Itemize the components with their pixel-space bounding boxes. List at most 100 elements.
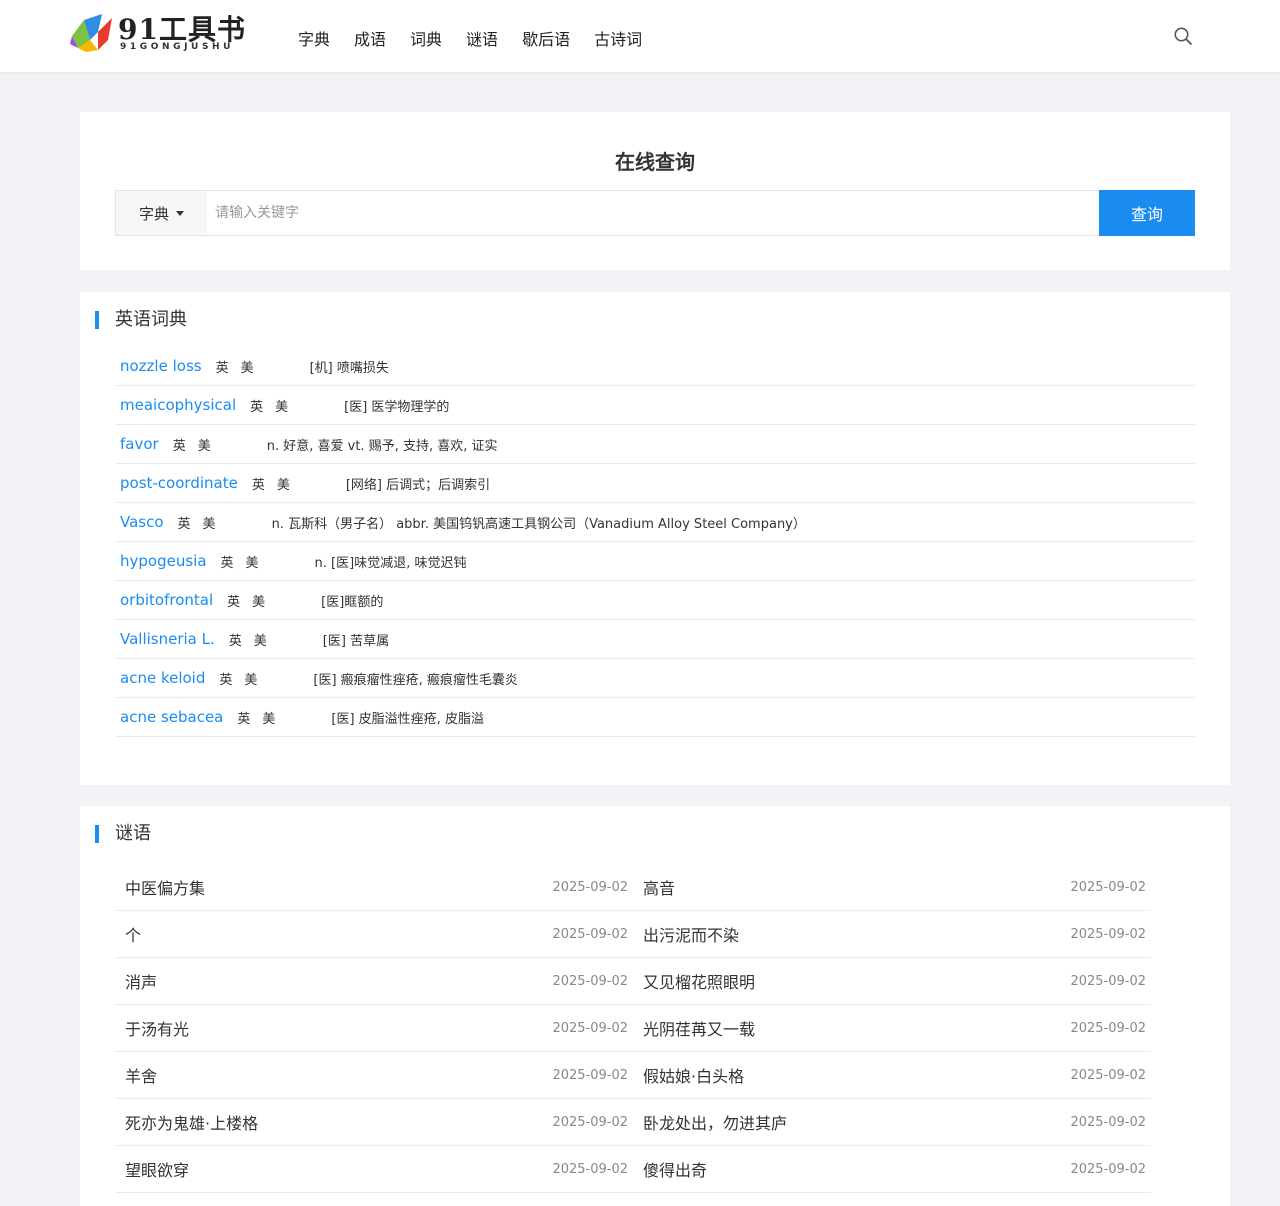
us-pronunciation[interactable]: 美 [246, 552, 259, 571]
nav-item-zidian[interactable]: 字典 [298, 26, 330, 50]
list-item: 死亦为鬼雄·上楼格 2025-09-02 [115, 1099, 633, 1146]
riddles-card: 谜语 中医偏方集 2025-09-02 高音 2025-09-02 个 2025… [80, 806, 1230, 1206]
list-item: 个 2025-09-02 [115, 911, 633, 958]
us-pronunciation[interactable]: 美 [198, 435, 211, 454]
riddle-link[interactable]: 又见榴花照眼明 [643, 969, 755, 993]
dict-meaning: [医] 瘢痕瘤性痤疮, 瘢痕瘤性毛囊炎 [313, 672, 518, 688]
dict-word-link[interactable]: Vasco [120, 513, 164, 531]
riddle-link[interactable]: 出污泥而不染 [643, 922, 739, 946]
list-item: meaicophysical 英 美 [医] 医学物理学的 [115, 386, 1195, 425]
dict-meaning: [医] 皮脂溢性痤疮, 皮脂溢 [331, 711, 484, 727]
dict-word-link[interactable]: Vallisneria L. [120, 630, 215, 648]
caret-down-icon [176, 210, 184, 216]
riddle-link[interactable]: 个 [125, 922, 141, 946]
dict-meaning: [医] 医学物理学的 [344, 399, 450, 415]
riddle-date: 2025-09-02 [552, 1114, 628, 1130]
uk-pronunciation[interactable]: 英 [252, 474, 265, 493]
dict-meaning: n. 瓦斯科（男子名） abbr. 美国钨钒高速工具钢公司（Vanadium A… [271, 516, 806, 532]
riddle-date: 2025-09-02 [1070, 1020, 1146, 1036]
dict-word-link[interactable]: post-coordinate [120, 474, 238, 492]
riddle-link[interactable]: 假姑娘·白头格 [643, 1063, 744, 1087]
nav-item-miyu[interactable]: 谜语 [466, 26, 498, 50]
list-item: 假姑娘·白头格 2025-09-02 [633, 1052, 1151, 1099]
riddle-link[interactable]: 死亦为鬼雄·上楼格 [125, 1110, 258, 1134]
dict-word-link[interactable]: hypogeusia [120, 552, 207, 570]
list-item: 又见榴花照眼明 2025-09-02 [633, 958, 1151, 1005]
dict-word-link[interactable]: favor [120, 435, 159, 453]
list-item: 傻得出奇 2025-09-02 [633, 1146, 1151, 1193]
dict-word-link[interactable]: orbitofrontal [120, 591, 213, 609]
riddle-link[interactable]: 望眼欲穿 [125, 1157, 189, 1181]
search-icon[interactable] [1173, 26, 1193, 46]
uk-pronunciation[interactable]: 英 [237, 708, 250, 727]
us-pronunciation[interactable]: 美 [252, 591, 265, 610]
logo-subtitle: 91GONGJUSHU [120, 42, 235, 52]
nav-item-cidian[interactable]: 词典 [410, 26, 442, 50]
uk-pronunciation[interactable]: 英 [173, 435, 186, 454]
main-nav: 字典 成语 词典 谜语 歇后语 古诗词 [298, 26, 666, 50]
riddle-date: 2025-09-02 [1070, 1114, 1146, 1130]
search-card: 在线查询 字典 查询 [80, 112, 1230, 270]
riddle-date: 2025-09-02 [552, 1067, 628, 1083]
riddle-date: 2025-09-02 [552, 1020, 628, 1036]
us-pronunciation[interactable]: 美 [241, 357, 254, 376]
list-item: 消声 2025-09-02 [115, 958, 633, 1005]
riddle-date: 2025-09-02 [552, 879, 628, 895]
riddle-date: 2025-09-02 [552, 973, 628, 989]
riddle-date: 2025-09-02 [1070, 973, 1146, 989]
search-bar: 字典 查询 [115, 190, 1195, 236]
dict-word-link[interactable]: nozzle loss [120, 357, 202, 375]
list-item: orbitofrontal 英 美 [医]眶额的 [115, 581, 1195, 620]
list-item: favor 英 美 n. 好意, 喜爱 vt. 赐予, 支持, 喜欢, 证实 [115, 425, 1195, 464]
riddle-date: 2025-09-02 [1070, 1067, 1146, 1083]
list-item: 光阴荏苒又一载 2025-09-02 [633, 1005, 1151, 1052]
us-pronunciation[interactable]: 美 [277, 474, 290, 493]
riddle-link[interactable]: 羊舍 [125, 1063, 157, 1087]
riddle-link[interactable]: 傻得出奇 [643, 1157, 707, 1181]
riddle-link[interactable]: 光阴荏苒又一载 [643, 1016, 755, 1040]
riddle-link[interactable]: 卧龙处出，勿进其庐 [643, 1110, 787, 1134]
list-item: 望眼欲穿 2025-09-02 [115, 1146, 633, 1193]
nav-item-xiehouyu[interactable]: 歇后语 [522, 26, 570, 50]
uk-pronunciation[interactable]: 英 [178, 513, 191, 532]
dict-meaning: n. 好意, 喜爱 vt. 赐予, 支持, 喜欢, 证实 [266, 438, 498, 454]
uk-pronunciation[interactable]: 英 [229, 630, 242, 649]
us-pronunciation[interactable]: 美 [203, 513, 216, 532]
list-item: nozzle loss 英 美 [机] 喷嘴损失 [115, 347, 1195, 386]
riddle-date: 2025-09-02 [1070, 1161, 1146, 1177]
uk-pronunciation[interactable]: 英 [219, 669, 232, 688]
search-type-select[interactable]: 字典 [116, 191, 207, 235]
site-logo[interactable]: 91工具书 91GONGJUSHU [68, 8, 248, 56]
us-pronunciation[interactable]: 美 [275, 396, 288, 415]
riddle-link[interactable]: 中医偏方集 [125, 875, 205, 899]
list-item: post-coordinate 英 美 [网络] 后调式；后调索引 [115, 464, 1195, 503]
list-item: Vasco 英 美 n. 瓦斯科（男子名） abbr. 美国钨钒高速工具钢公司（… [115, 503, 1195, 542]
dict-word-link[interactable]: acne sebacea [120, 708, 223, 726]
dict-word-link[interactable]: meaicophysical [120, 396, 236, 414]
uk-pronunciation[interactable]: 英 [216, 357, 229, 376]
us-pronunciation[interactable]: 美 [262, 708, 275, 727]
riddle-date: 2025-09-02 [1070, 879, 1146, 895]
list-item: 高音 2025-09-02 [633, 864, 1151, 911]
uk-pronunciation[interactable]: 英 [250, 396, 263, 415]
riddle-link[interactable]: 消声 [125, 969, 157, 993]
list-item: 出污泥而不染 2025-09-02 [633, 911, 1151, 958]
search-button[interactable]: 查询 [1099, 190, 1195, 236]
riddle-link[interactable]: 高音 [643, 875, 675, 899]
search-input[interactable] [207, 191, 1099, 235]
dict-word-link[interactable]: acne keloid [120, 669, 205, 687]
nav-item-gushici[interactable]: 古诗词 [594, 26, 642, 50]
nav-item-chengyu[interactable]: 成语 [354, 26, 386, 50]
riddle-link[interactable]: 于汤有光 [125, 1016, 189, 1040]
dict-meaning: [网络] 后调式；后调索引 [345, 477, 491, 493]
uk-pronunciation[interactable]: 英 [221, 552, 234, 571]
uk-pronunciation[interactable]: 英 [227, 591, 240, 610]
list-item: 羊舍 2025-09-02 [115, 1052, 633, 1099]
search-title: 在线查询 [615, 150, 695, 174]
us-pronunciation[interactable]: 美 [244, 669, 257, 688]
list-item: acne keloid 英 美 [医] 瘢痕瘤性痤疮, 瘢痕瘤性毛囊炎 [115, 659, 1195, 698]
riddle-date: 2025-09-02 [1070, 926, 1146, 942]
english-dictionary-card: 英语词典 nozzle loss 英 美 [机] 喷嘴损失 meaicophys… [80, 292, 1230, 785]
us-pronunciation[interactable]: 美 [254, 630, 267, 649]
list-item: Vallisneria L. 英 美 [医] 苦草属 [115, 620, 1195, 659]
